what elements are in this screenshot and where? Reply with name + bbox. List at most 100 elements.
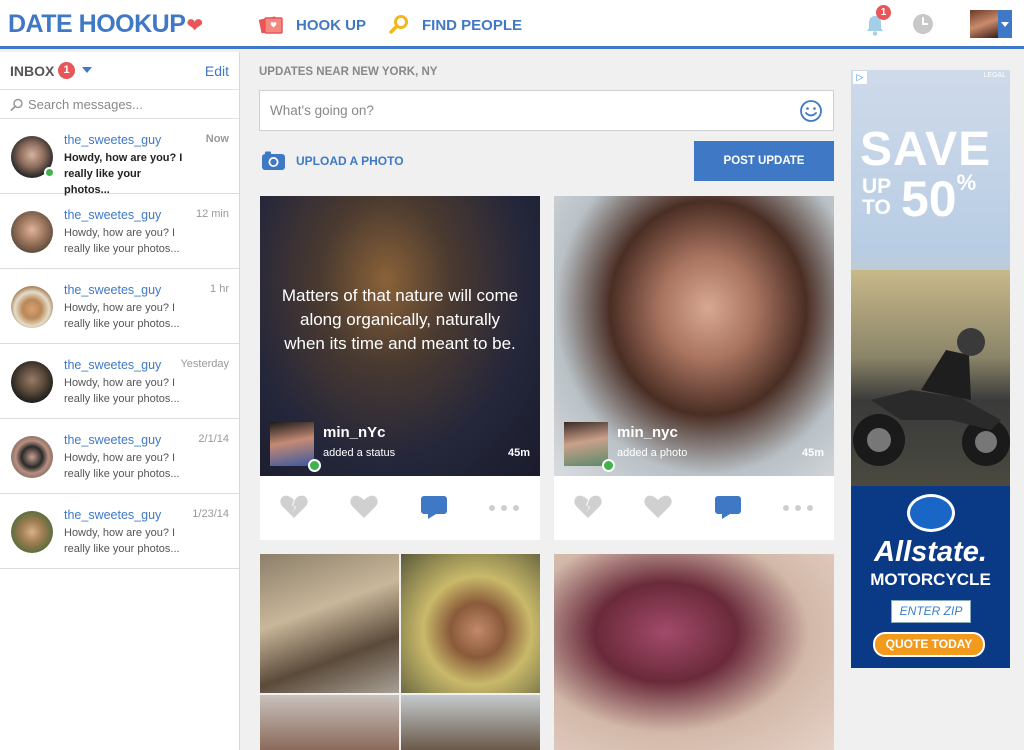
chat-bubble-icon[interactable] [420,494,448,520]
message-item[interactable]: the_sweetes_guy 1 hr Howdy, how are you?… [0,269,239,344]
message-item[interactable]: the_sweetes_guy Now Howdy, how are you? … [0,119,239,196]
ad-legal-text[interactable]: LEGAL [983,72,1006,79]
updates-location-label: UPDATES NEAR NEW YORK, NY [259,66,438,78]
message-time: 12 min [195,208,229,220]
more-options-icon[interactable] [488,504,520,512]
advertisement-banner[interactable]: ▷ LEGAL SAVE UP TO 50% Allstate. MOTORCY… [851,70,1010,668]
ad-up-to: UP TO [862,175,891,219]
message-sender: the_sweetes_guy [64,208,162,222]
status-quote: Matters of that nature will come along o… [281,286,519,353]
post-update-button[interactable]: POST UPDATE [694,141,834,181]
smiley-icon[interactable] [799,99,823,123]
photo-thumbnail[interactable] [401,554,540,693]
status-post-background[interactable]: Matters of that nature will come along o… [260,196,540,476]
avatar[interactable] [270,422,314,466]
photo-post-image[interactable] [554,554,834,750]
post-username[interactable]: min_nYc [323,424,386,441]
allstate-hands-icon [907,494,955,532]
inbox-title[interactable]: INBOX [10,63,54,79]
ad-brand: Allstate. [874,536,987,568]
message-item[interactable]: the_sweetes_guy 1/23/14 Howdy, how are y… [0,494,239,569]
avatar [11,211,53,253]
message-sender: the_sweetes_guy [64,133,162,147]
clock-icon[interactable] [912,13,934,35]
ad-quote-button[interactable]: QUOTE TODAY [873,632,985,657]
ad-product: MOTORCYCLE [870,570,991,589]
post-age: 45m [801,447,824,459]
ad-zip-input[interactable]: ENTER ZIP [891,600,971,623]
status-composer [259,90,834,131]
message-time: 2/1/14 [198,433,229,445]
ad-choices-icon[interactable]: ▷ [853,71,867,84]
ad-headline: SAVE [860,123,992,176]
avatar [11,361,53,403]
message-sender: the_sweetes_guy [64,433,162,447]
post-username[interactable]: min_nyc [617,424,678,441]
message-item[interactable]: the_sweetes_guy 12 min Howdy, how are yo… [0,194,239,269]
message-sender: the_sweetes_guy [64,508,162,522]
online-indicator [308,459,321,472]
ad-brand-panel: Allstate. MOTORCYCLE ENTER ZIP QUOTE TOD… [851,486,1010,668]
message-time: Yesterday [180,358,229,370]
nav-find-people[interactable]: FIND PEOPLE [388,14,522,36]
top-header: DATE HOOKUP❤ HOOK UP FIND PEOPLE 1 [0,0,1024,49]
post-age: 45m [507,447,530,459]
broken-heart-icon[interactable] [573,494,603,520]
nav-hook-up-label: HOOK UP [296,16,367,34]
nav-hook-up[interactable]: HOOK UP [258,14,366,36]
message-item[interactable]: the_sweetes_guy Yesterday Howdy, how are… [0,344,239,419]
inbox-edit-link[interactable]: Edit [205,63,229,79]
message-time: Now [205,133,229,145]
avatar [11,511,53,553]
camera-icon [262,151,285,170]
chevron-down-icon[interactable] [82,67,92,73]
message-search [0,90,239,119]
chat-bubble-icon[interactable] [714,494,742,520]
message-item[interactable]: the_sweetes_guy 2/1/14 Howdy, how are yo… [0,419,239,494]
post-action: added a status [323,447,396,459]
photo-thumbnail[interactable] [401,695,540,750]
user-avatar[interactable] [970,10,998,38]
post-photo[interactable]: min_nyc added a photo 45m [554,196,834,476]
message-sender: the_sweetes_guy [64,283,162,297]
upload-photo-label: UPLOAD A PHOTO [296,153,404,168]
message-preview: Howdy, how are you? I really like your p… [64,227,180,255]
inbox-header: INBOX 1 Edit [0,52,239,90]
message-preview: Howdy, how are you? I really like your p… [64,527,180,555]
heart-icon: ❤ [186,15,203,37]
message-sender: the_sweetes_guy [64,358,162,372]
photo-thumbnail[interactable] [260,554,399,693]
heart-icon[interactable] [643,494,673,520]
online-indicator [602,459,615,472]
nav-find-people-label: FIND PEOPLE [422,16,523,34]
motorcycle-icon [853,328,1010,466]
heart-icon[interactable] [349,494,379,520]
avatar [11,286,53,328]
feed-post-card: Matters of that nature will come along o… [260,196,540,540]
photo-thumbnail[interactable] [260,695,399,750]
feed-post-card: min_nyc added a photo 45m [554,196,834,540]
post-action: added a photo [617,447,688,459]
broken-heart-icon[interactable] [279,494,309,520]
upload-photo-link[interactable]: UPLOAD A PHOTO [261,150,404,171]
message-preview: Howdy, how are you? I really like your p… [64,152,183,196]
more-options-icon[interactable] [782,504,814,512]
logo[interactable]: DATE HOOKUP❤ [8,10,203,39]
notification-badge: 1 [876,5,891,20]
account-menu-caret[interactable] [998,10,1012,38]
avatar[interactable] [564,422,608,466]
message-time: 1 hr [210,283,229,295]
photos-icon [258,16,283,34]
search-icon [10,98,23,111]
inbox-count-badge: 1 [58,62,75,79]
avatar [11,436,53,478]
post-actions [260,476,540,540]
message-preview: Howdy, how are you? I really like your p… [64,302,180,330]
motorcycle-image [851,270,1010,488]
search-icon [389,15,408,34]
logo-text: DATE HOOKUP [8,10,186,38]
message-preview: Howdy, how are you? I really like your p… [64,452,180,480]
status-input[interactable] [270,100,790,120]
message-preview: Howdy, how are you? I really like your p… [64,377,180,405]
search-input[interactable] [28,94,228,114]
